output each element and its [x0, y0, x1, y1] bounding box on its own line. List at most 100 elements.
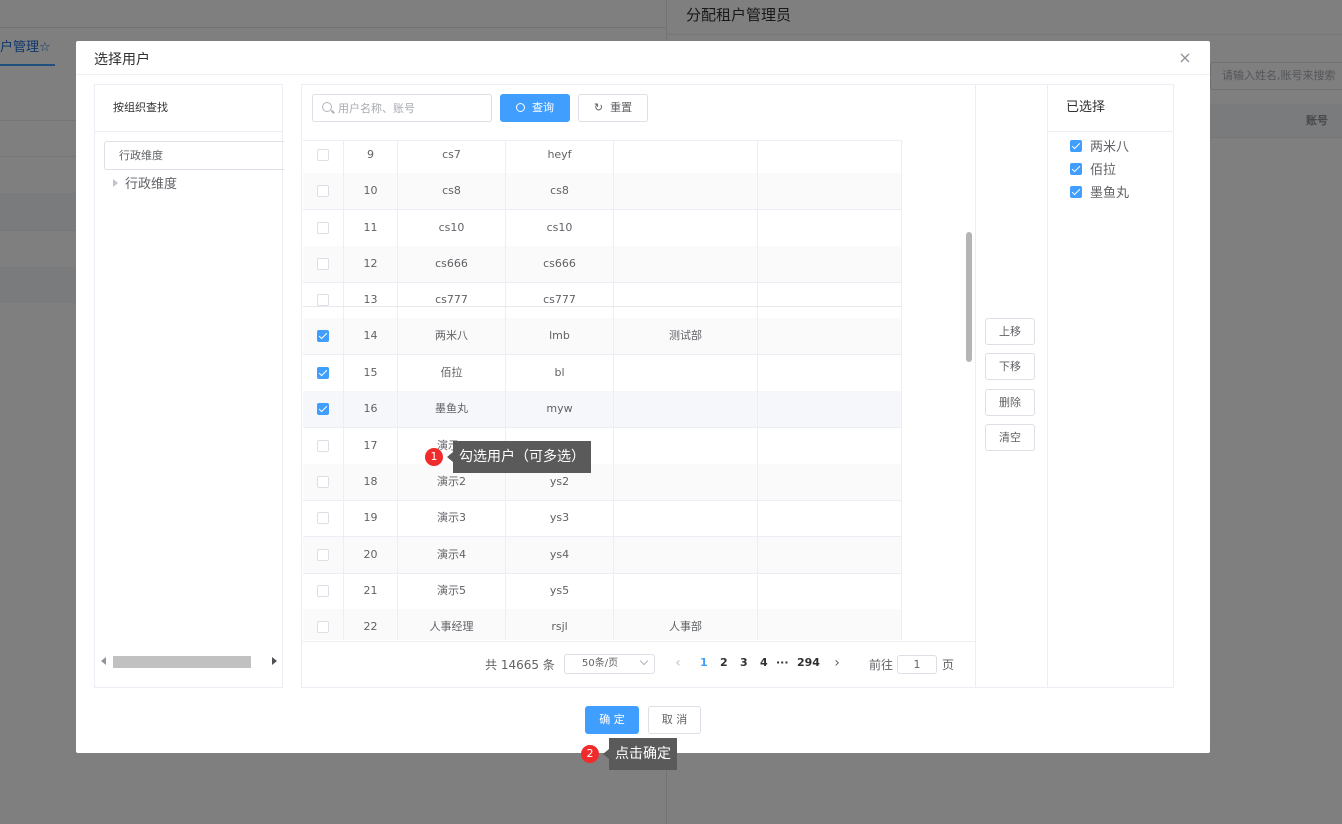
org-dimension-select[interactable]: 行政维度 — [104, 141, 284, 170]
query-button[interactable]: 查询 — [500, 94, 570, 122]
pagination: 共 14665 条 50条/页 ‹ 1 2 3 4 ··· 294 › 前往 1… — [302, 641, 977, 687]
selected-user-item[interactable]: 墨鱼丸 — [1070, 182, 1129, 201]
row-number-cell: 15 — [344, 355, 398, 391]
user-name-cell: cs777 — [398, 282, 506, 318]
close-icon[interactable]: × — [1176, 49, 1194, 67]
table-row[interactable]: 15 佰拉 bl — [303, 355, 902, 392]
cancel-button[interactable]: 取 消 — [648, 706, 701, 734]
selected-user-label: 墨鱼丸 — [1090, 186, 1130, 201]
row-number-cell: 21 — [344, 573, 398, 609]
checkbox[interactable] — [317, 294, 329, 306]
user-search-input[interactable] — [338, 99, 486, 117]
checkbox[interactable] — [317, 440, 329, 452]
move-down-button[interactable]: 下移 — [985, 353, 1035, 380]
dialog-title: 选择用户 — [94, 52, 150, 68]
goto-page-input[interactable]: 1 — [897, 655, 937, 674]
clear-button[interactable]: 清空 — [985, 424, 1035, 451]
horizontal-scrollbar[interactable] — [99, 655, 279, 669]
scroll-left-icon[interactable] — [101, 657, 106, 665]
checkbox[interactable] — [1070, 186, 1082, 198]
scroll-right-icon[interactable] — [272, 657, 277, 665]
page-ellipsis[interactable]: ··· — [776, 656, 789, 669]
row-checkbox-cell[interactable] — [303, 537, 344, 573]
user-name-cell: cs666 — [398, 246, 506, 282]
table-row[interactable]: 18 演示2 ys2 — [303, 464, 902, 501]
checkbox[interactable] — [317, 585, 329, 597]
table-row[interactable]: 12 cs666 cs666 — [303, 246, 902, 283]
checkbox[interactable] — [1070, 163, 1082, 175]
selected-users-panel: 已选择 两米八 佰拉 墨鱼丸 — [1047, 84, 1174, 688]
selected-user-label: 佰拉 — [1090, 163, 1117, 178]
page-suffix: 页 — [942, 658, 955, 672]
vertical-scrollbar-thumb[interactable] — [966, 232, 972, 362]
move-up-button[interactable]: 上移 — [985, 318, 1035, 345]
checkbox[interactable] — [317, 330, 329, 342]
select-user-dialog: 选择用户 × 按组织查找 行政维度 行政维度 查询 ↻重置 9cs7heyf10… — [76, 41, 1210, 753]
user-name-cell: 人事经理 — [398, 609, 506, 640]
table-row[interactable]: 10 cs8 cs8 — [303, 173, 902, 210]
page-number[interactable]: 4 — [760, 656, 768, 669]
user-search-field[interactable] — [312, 94, 492, 122]
tree-node-admin-dimension[interactable]: 行政维度 — [113, 173, 177, 192]
row-checkbox-cell[interactable] — [303, 318, 344, 354]
row-checkbox-cell[interactable] — [303, 355, 344, 391]
checkbox[interactable] — [1070, 140, 1082, 152]
page-number[interactable]: 2 — [720, 656, 728, 669]
checkbox[interactable] — [317, 476, 329, 488]
table-row[interactable]: 13 cs777 cs777 — [303, 282, 902, 319]
user-account-cell: rsjl — [506, 609, 614, 640]
row-checkbox-cell[interactable] — [303, 210, 344, 246]
selected-user-item[interactable]: 佰拉 — [1070, 159, 1116, 178]
page-number[interactable]: 294 — [797, 656, 820, 669]
user-list-panel: 查询 ↻重置 9cs7heyf10cs8cs811cs10cs1012cs666… — [301, 84, 977, 688]
row-checkbox-cell[interactable] — [303, 464, 344, 500]
department-cell — [614, 428, 758, 464]
confirm-button[interactable]: 确 定 — [585, 706, 639, 734]
row-number-cell: 10 — [344, 173, 398, 209]
prev-page-button[interactable]: ‹ — [671, 655, 685, 673]
user-account-cell: lmb — [506, 318, 614, 354]
selected-user-item[interactable]: 两米八 — [1070, 136, 1129, 155]
row-checkbox-cell[interactable] — [303, 391, 344, 427]
department-cell — [614, 282, 758, 318]
checkbox[interactable] — [317, 512, 329, 524]
table-row[interactable]: 22 人事经理 rsjl 人事部 — [303, 609, 902, 640]
user-name-cell: cs7 — [398, 141, 506, 173]
table-row[interactable]: 20 演示4 ys4 — [303, 537, 902, 574]
checkbox[interactable] — [317, 222, 329, 234]
checkbox[interactable] — [317, 621, 329, 633]
page-number[interactable]: 1 — [700, 656, 708, 669]
checkbox[interactable] — [317, 367, 329, 379]
row-checkbox-cell[interactable] — [303, 246, 344, 282]
table-row[interactable]: 19 演示3 ys3 — [303, 500, 902, 537]
table-row[interactable]: 16 墨鱼丸 myw — [303, 391, 902, 428]
row-checkbox-cell[interactable] — [303, 141, 344, 173]
delete-button[interactable]: 删除 — [985, 389, 1035, 416]
table-row[interactable]: 14 两米八 lmb 测试部 — [303, 318, 902, 355]
checkbox[interactable] — [317, 149, 329, 161]
row-checkbox-cell[interactable] — [303, 173, 344, 209]
row-checkbox-cell[interactable] — [303, 573, 344, 609]
row-checkbox-cell[interactable] — [303, 609, 344, 640]
next-page-button[interactable]: › — [830, 655, 844, 673]
annotation-badge: 2 — [581, 745, 599, 763]
checkbox[interactable] — [317, 258, 329, 270]
reset-button[interactable]: ↻ 重置 — [578, 94, 648, 122]
checkbox[interactable] — [317, 403, 329, 415]
row-checkbox-cell[interactable] — [303, 428, 344, 464]
caret-right-icon[interactable] — [113, 179, 118, 187]
checkbox[interactable] — [317, 549, 329, 561]
row-checkbox-cell[interactable] — [303, 500, 344, 536]
table-row[interactable]: 9 cs7 heyf — [303, 141, 902, 174]
table-row[interactable]: 17演示1ys1 — [303, 428, 902, 465]
page-size-select[interactable]: 50条/页 — [564, 654, 655, 674]
department-cell: 人事部 — [614, 609, 758, 640]
department-cell — [614, 210, 758, 246]
row-checkbox-cell[interactable] — [303, 282, 344, 318]
scrollbar-thumb[interactable] — [113, 656, 251, 668]
checkbox[interactable] — [317, 185, 329, 197]
extra-cell — [758, 500, 902, 536]
table-row[interactable]: 11 cs10 cs10 — [303, 210, 902, 247]
table-row[interactable]: 21 演示5 ys5 — [303, 573, 902, 610]
page-number[interactable]: 3 — [740, 656, 748, 669]
